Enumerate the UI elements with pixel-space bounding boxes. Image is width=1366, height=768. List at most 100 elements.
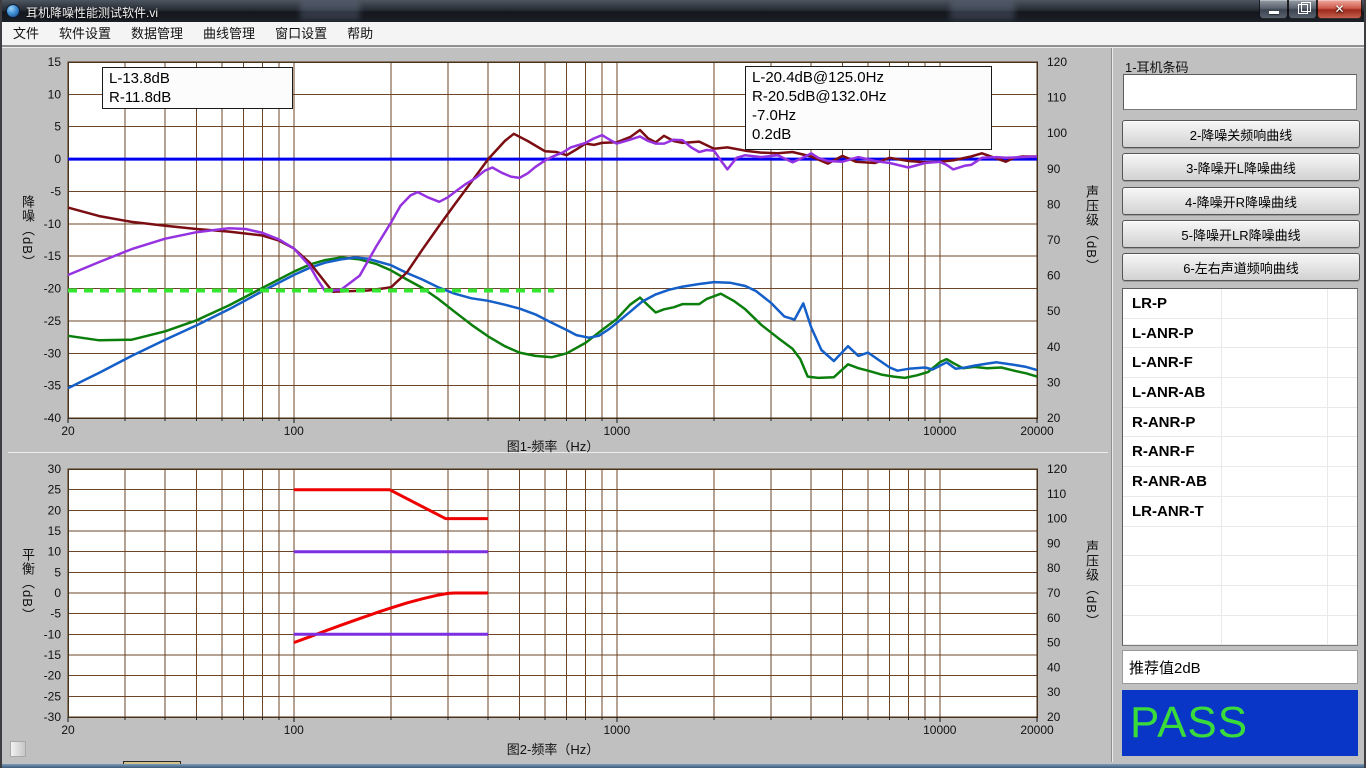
list-cell	[1222, 616, 1328, 645]
list-cell	[1328, 556, 1357, 585]
button-nr-off-freq-response[interactable]: 2-降噪关频响曲线	[1122, 120, 1360, 148]
svg-text:-20: -20	[44, 282, 62, 296]
menu-file[interactable]: 文件	[3, 22, 49, 45]
barcode-input[interactable]	[1123, 74, 1357, 110]
title-bar[interactable]: 耳机降噪性能测试软件.vi ✕	[0, 0, 1366, 23]
list-cell	[1328, 319, 1357, 348]
list-cell	[1328, 586, 1357, 615]
button-nr-on-LR-curve[interactable]: 5-降噪开LR降噪曲线	[1122, 220, 1360, 248]
svg-text:1000: 1000	[603, 723, 630, 737]
svg-text:-10: -10	[44, 627, 62, 641]
list-item[interactable]: LR-ANR-T	[1123, 497, 1357, 527]
list-item-label: R-ANR-F	[1123, 437, 1222, 466]
list-item-empty[interactable]	[1123, 586, 1357, 616]
list-cell	[1222, 467, 1328, 496]
list-item-empty[interactable]	[1123, 616, 1357, 646]
recommended-value-box: 推荐值2dB	[1122, 650, 1358, 684]
window-title: 耳机降噪性能测试软件.vi	[26, 4, 158, 21]
minimize-button[interactable]	[1259, 0, 1288, 19]
menu-software-settings[interactable]: 软件设置	[49, 22, 121, 45]
svg-text:10: 10	[48, 87, 62, 101]
list-cell	[1222, 289, 1328, 318]
svg-text:10000: 10000	[923, 424, 957, 438]
menu-window-settings[interactable]: 窗口设置	[265, 22, 337, 45]
svg-text:-25: -25	[44, 689, 62, 703]
list-item[interactable]: L-ANR-AB	[1123, 378, 1357, 408]
titlebar-glass-reflection	[300, 2, 360, 20]
list-cell	[1222, 497, 1328, 526]
chart1-right-axis-title: 声压级（dB）	[1082, 185, 1101, 273]
svg-text:-15: -15	[44, 249, 62, 263]
chart1-annotation-peak-values: L-20.4dB@125.0Hz R-20.5dB@132.0Hz -7.0Hz…	[745, 66, 992, 150]
list-cell	[1222, 527, 1328, 556]
svg-text:90: 90	[1047, 536, 1061, 550]
svg-text:20: 20	[61, 424, 75, 438]
svg-text:-35: -35	[44, 379, 62, 393]
svg-text:-10: -10	[44, 217, 62, 231]
button-nr-on-R-curve[interactable]: 4-降噪开R降噪曲线	[1122, 187, 1360, 215]
window-left-border	[0, 0, 2, 768]
list-item-label	[1123, 556, 1222, 585]
restore-button[interactable]	[1288, 0, 1317, 19]
chart2-right-axis-title: 声压级（dB）	[1082, 540, 1101, 628]
menu-curve-management[interactable]: 曲线管理	[193, 22, 265, 45]
list-item-label	[1123, 527, 1222, 556]
list-item-empty[interactable]	[1123, 527, 1357, 557]
list-item[interactable]: L-ANR-F	[1123, 348, 1357, 378]
annotation-line: L-13.8dB	[109, 69, 288, 88]
svg-text:110: 110	[1047, 91, 1066, 105]
close-button[interactable]: ✕	[1317, 0, 1362, 19]
close-icon: ✕	[1334, 2, 1344, 16]
scrollbar-thumb[interactable]	[10, 741, 26, 757]
svg-text:15: 15	[48, 55, 62, 69]
list-cell	[1328, 348, 1357, 377]
svg-text:-30: -30	[44, 710, 62, 724]
titlebar-glass-reflection	[950, 2, 1015, 20]
svg-text:10: 10	[48, 545, 62, 559]
list-cell	[1328, 527, 1357, 556]
annotation-line: R-20.5dB@132.0Hz	[752, 87, 987, 106]
pass-fail-indicator: PASS	[1122, 690, 1358, 756]
svg-text:5: 5	[54, 120, 61, 134]
svg-text:30: 30	[48, 462, 62, 476]
svg-text:0: 0	[54, 586, 61, 600]
list-item[interactable]: R-ANR-P	[1123, 408, 1357, 438]
menu-data-management[interactable]: 数据管理	[121, 22, 193, 45]
menu-help[interactable]: 帮助	[337, 22, 383, 45]
svg-text:-5: -5	[50, 184, 61, 198]
annotation-line: L-20.4dB@125.0Hz	[752, 68, 987, 87]
svg-text:10000: 10000	[923, 723, 957, 737]
svg-text:-15: -15	[44, 648, 62, 662]
list-item[interactable]: R-ANR-F	[1123, 437, 1357, 467]
svg-text:20: 20	[1047, 411, 1061, 425]
list-item[interactable]: R-ANR-AB	[1123, 467, 1357, 497]
svg-text:100: 100	[284, 424, 304, 438]
svg-text:100: 100	[1047, 126, 1067, 140]
svg-text:80: 80	[1047, 197, 1061, 211]
button-lr-channel-freq-response[interactable]: 6-左右声道频响曲线	[1122, 253, 1360, 281]
annotation-line: R-11.8dB	[109, 88, 288, 107]
list-item-label: LR-ANR-T	[1123, 497, 1222, 526]
svg-text:120: 120	[1047, 462, 1067, 476]
list-item[interactable]: L-ANR-P	[1123, 319, 1357, 349]
svg-text:20000: 20000	[1020, 723, 1054, 737]
svg-text:20: 20	[61, 723, 75, 737]
list-cell	[1222, 556, 1328, 585]
list-cell	[1328, 616, 1357, 645]
svg-text:20: 20	[1047, 710, 1061, 724]
list-item-empty[interactable]	[1123, 556, 1357, 586]
svg-text:100: 100	[1047, 512, 1067, 526]
list-cell	[1222, 586, 1328, 615]
chart1-x-axis-title: 图1-频率（Hz）	[507, 436, 599, 455]
svg-text:100: 100	[284, 723, 304, 737]
list-item[interactable]: LR-P	[1123, 289, 1357, 319]
list-cell	[1222, 319, 1328, 348]
svg-text:20000: 20000	[1020, 424, 1054, 438]
svg-text:60: 60	[1047, 269, 1061, 283]
list-cell	[1328, 408, 1357, 437]
button-nr-on-L-curve[interactable]: 3-降噪开L降噪曲线	[1122, 153, 1360, 181]
svg-text:110: 110	[1047, 487, 1066, 501]
list-item-label: L-ANR-AB	[1123, 378, 1222, 407]
balance-graph[interactable]: -30-25-20-15-10-505101520253020304050607…	[8, 455, 1110, 757]
divider	[0, 46, 1366, 48]
